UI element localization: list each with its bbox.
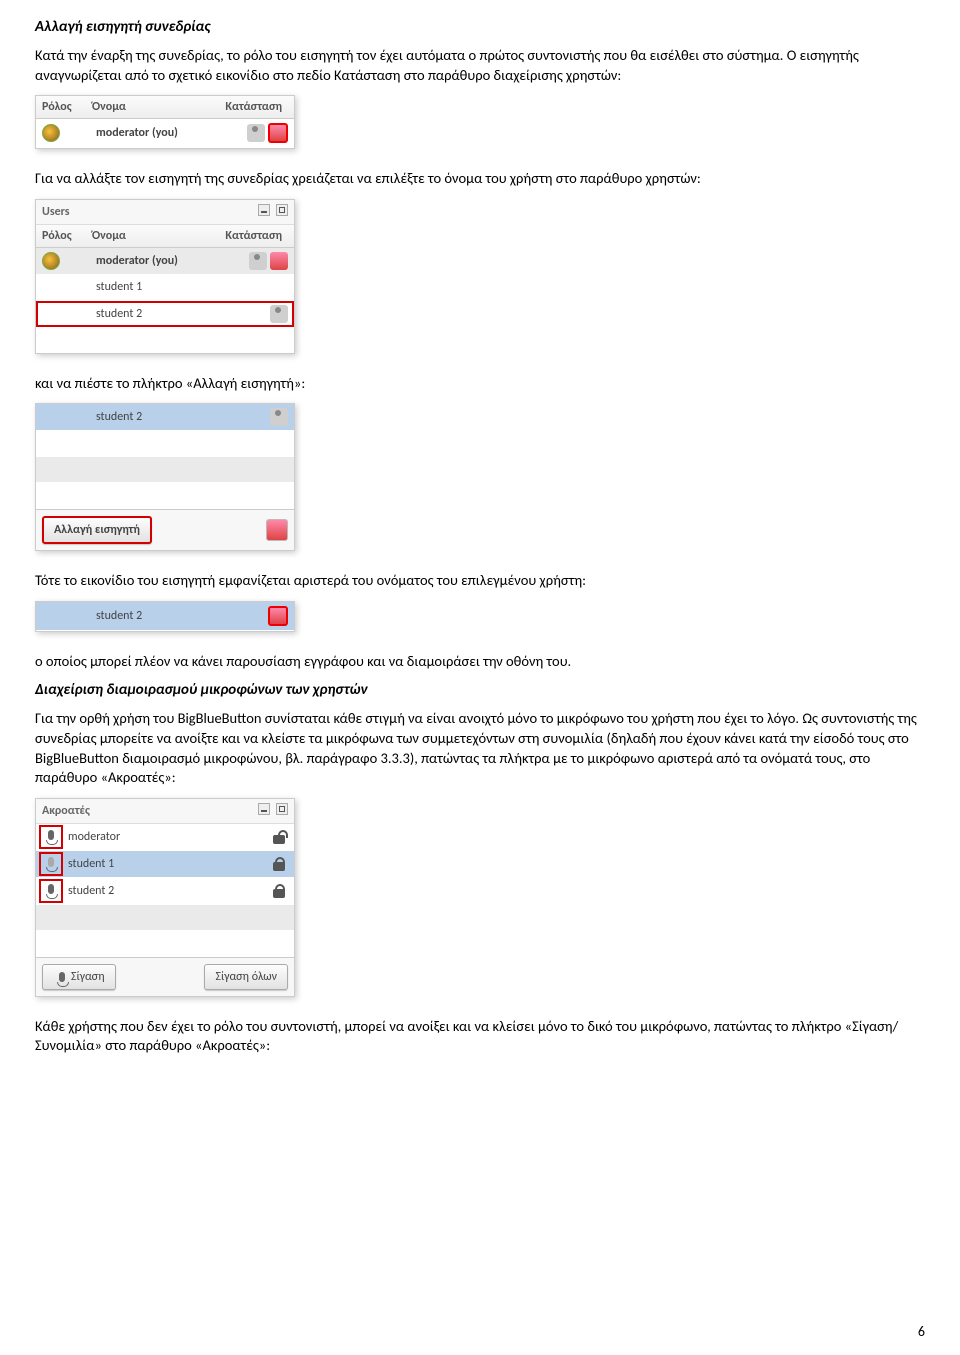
table-row[interactable]: student 1 bbox=[36, 275, 294, 301]
lock-icon[interactable] bbox=[270, 882, 288, 900]
header-role: Ρόλος bbox=[42, 100, 92, 114]
presenter-icon bbox=[268, 606, 288, 626]
user-name: moderator (you) bbox=[92, 126, 228, 140]
panel-footer: Αλλαγή εισηγητή bbox=[36, 509, 294, 550]
user-name: student 2 bbox=[92, 609, 228, 623]
user-name: student 1 bbox=[92, 280, 228, 294]
listener-name: moderator bbox=[60, 830, 228, 844]
mic-muted-icon[interactable] bbox=[42, 855, 60, 873]
mute-button-label: Σίγαση bbox=[71, 970, 105, 984]
mic-icon[interactable] bbox=[42, 882, 60, 900]
presenter-icon[interactable] bbox=[266, 519, 288, 541]
section-title-mic-management: Διαχείριση διαμοιρασμού μικροφώνων των χ… bbox=[35, 681, 925, 699]
panel-title: Ακροατές bbox=[42, 804, 90, 818]
admin-icon bbox=[42, 252, 60, 270]
selected-user-row-panel: student 2 bbox=[35, 601, 295, 632]
paragraph: και να πιέστε το πλήκτρο «Αλλαγή εισηγητ… bbox=[35, 374, 925, 394]
lock-icon[interactable] bbox=[270, 855, 288, 873]
page-number: 6 bbox=[918, 1323, 925, 1340]
paragraph: ο οποίος μπορεί πλέον να κάνει παρουσίασ… bbox=[35, 652, 925, 672]
person-icon bbox=[270, 305, 288, 323]
panel-title-bar: Ακροατές bbox=[36, 799, 294, 824]
table-header: Ρόλος Όνομα Κατάσταση bbox=[36, 96, 294, 119]
header-role: Ρόλος bbox=[42, 229, 92, 243]
table-row-selected[interactable]: student 2 bbox=[36, 301, 294, 327]
listener-row[interactable]: moderator bbox=[36, 824, 294, 851]
person-icon bbox=[249, 252, 267, 270]
admin-icon bbox=[42, 124, 60, 142]
header-name: Όνομα bbox=[92, 100, 208, 114]
users-panel-simple: Ρόλος Όνομα Κατάσταση moderator (you) bbox=[35, 95, 295, 149]
minimize-icon[interactable] bbox=[258, 803, 270, 815]
empty-row bbox=[36, 905, 294, 931]
paragraph: Κάθε χρήστης που δεν έχει το ρόλο του συ… bbox=[35, 1017, 925, 1056]
user-name: student 2 bbox=[92, 410, 228, 424]
panel-footer: Σίγαση Σίγαση όλων bbox=[36, 957, 294, 996]
listener-row[interactable]: student 2 bbox=[36, 878, 294, 905]
listener-name: student 2 bbox=[60, 884, 228, 898]
table-header: Ρόλος Όνομα Κατάσταση bbox=[36, 225, 294, 248]
presenter-icon bbox=[268, 123, 288, 143]
mute-all-button[interactable]: Σίγαση όλων bbox=[204, 964, 288, 990]
maximize-icon[interactable] bbox=[276, 803, 288, 815]
table-row[interactable]: moderator (you) bbox=[36, 119, 294, 148]
header-status: Κατάσταση bbox=[208, 100, 288, 114]
listener-name: student 1 bbox=[60, 857, 228, 871]
empty-row bbox=[36, 931, 294, 957]
user-name: moderator (you) bbox=[92, 254, 228, 268]
minimize-icon[interactable] bbox=[258, 204, 270, 216]
table-row[interactable]: moderator (you) bbox=[36, 248, 294, 275]
change-presenter-panel: student 2 Αλλαγή εισηγητή bbox=[35, 403, 295, 551]
paragraph: Τότε το εικονίδιο του εισηγητή εμφανίζετ… bbox=[35, 571, 925, 591]
presenter-icon bbox=[270, 252, 288, 270]
empty-row bbox=[36, 457, 294, 483]
listeners-panel: Ακροατές moderator student 1 student 2 Σ… bbox=[35, 798, 295, 997]
listener-row[interactable]: student 1 bbox=[36, 851, 294, 878]
panel-title: Users bbox=[42, 205, 70, 219]
mic-icon[interactable] bbox=[42, 828, 60, 846]
paragraph: Κατά την έναρξη της συνεδρίας, το ρόλο τ… bbox=[35, 46, 925, 85]
empty-row bbox=[36, 483, 294, 509]
table-row[interactable]: student 2 bbox=[36, 602, 294, 631]
header-name: Όνομα bbox=[92, 229, 208, 243]
paragraph: Για να αλλάξτε τον εισηγητή της συνεδρία… bbox=[35, 169, 925, 189]
mute-button[interactable]: Σίγαση bbox=[42, 964, 116, 990]
empty-row bbox=[36, 431, 294, 457]
user-name: student 2 bbox=[92, 307, 228, 321]
change-presenter-button[interactable]: Αλλαγή εισηγητή bbox=[42, 516, 152, 544]
panel-title-bar: Users bbox=[36, 200, 294, 225]
person-icon bbox=[270, 408, 288, 426]
maximize-icon[interactable] bbox=[276, 204, 288, 216]
lock-open-icon[interactable] bbox=[270, 828, 288, 846]
header-status: Κατάσταση bbox=[208, 229, 288, 243]
table-row-selected[interactable]: student 2 bbox=[36, 404, 294, 431]
mic-icon bbox=[53, 970, 67, 984]
paragraph: Για την ορθή χρήση του BigBlueButton συν… bbox=[35, 709, 925, 787]
section-title-change-presenter: Αλλαγή εισηγητή συνεδρίας bbox=[35, 18, 925, 36]
person-icon bbox=[247, 124, 265, 142]
empty-row bbox=[36, 327, 294, 353]
users-panel-full: Users Ρόλος Όνομα Κατάσταση moderator (y… bbox=[35, 199, 295, 354]
